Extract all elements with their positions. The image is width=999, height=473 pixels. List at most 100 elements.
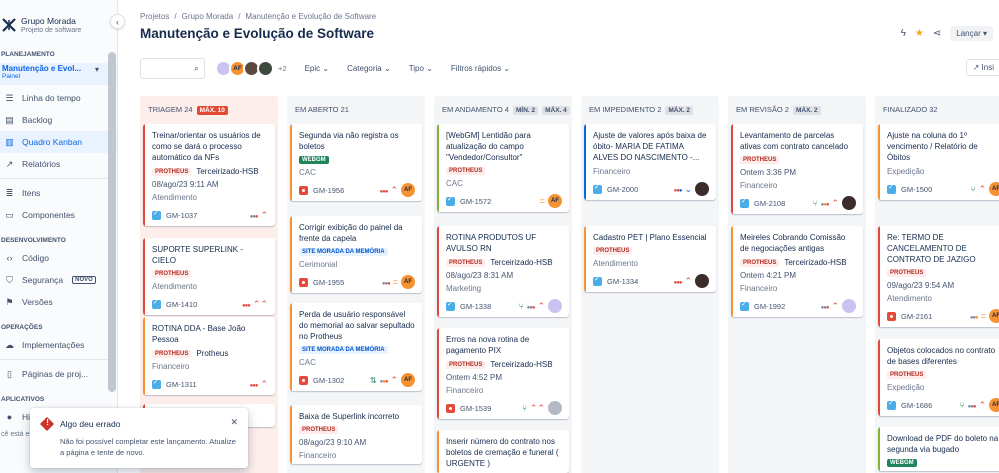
- issue-key[interactable]: GM-1338: [460, 302, 491, 311]
- issue-card[interactable]: ROTINA DDA - Base João Pessoa PROTHEUS Pro…: [143, 317, 275, 395]
- issue-key[interactable]: GM-1539: [460, 404, 491, 413]
- sidebar-item-quadro-kanban[interactable]: ▥ Quadro Kanban: [0, 131, 117, 153]
- issue-card[interactable]: Inserir número do contrato nos boletos d…: [437, 430, 569, 473]
- sidebar-item-seguranca[interactable]: ⛉ Segurança NOVO: [0, 269, 117, 291]
- component-icon: ▭: [5, 209, 14, 220]
- search-input[interactable]: ⌕: [140, 57, 205, 79]
- category-filter[interactable]: Categoria ⌄: [347, 64, 391, 73]
- card-group: CAC: [299, 358, 316, 367]
- issue-key[interactable]: GM-2161: [901, 312, 932, 321]
- sidebar-scrollbar[interactable]: [108, 52, 116, 392]
- issue-card[interactable]: Levantamento de parcelas ativas com cont…: [731, 124, 863, 214]
- assignee-avatar[interactable]: [548, 401, 562, 415]
- assignee-avatar[interactable]: AF: [401, 183, 415, 197]
- issue-card[interactable]: Cadastro PET | Plano Essencial PROTHEUS At…: [584, 226, 716, 292]
- issue-key[interactable]: GM-2108: [754, 199, 785, 208]
- breadcrumb-grupo-morada[interactable]: Grupo Morada: [182, 12, 234, 21]
- card-group: Financeiro: [593, 167, 631, 176]
- collapse-sidebar-button[interactable]: ‹: [110, 14, 125, 29]
- assignee-avatar[interactable]: [842, 299, 856, 313]
- issue-card[interactable]: ROTINA PRODUTOS UF AVULSO RN PROTHEUS Terc…: [437, 226, 569, 317]
- issue-key[interactable]: GM-1410: [166, 300, 197, 309]
- breadcrumb-project[interactable]: Manutenção e Evolução de Software: [245, 12, 376, 21]
- card-title: Ajuste de valores após baixa de óbito- M…: [593, 131, 707, 162]
- breadcrumb-projetos[interactable]: Projetos: [140, 12, 169, 21]
- card-labels: WEBGM: [887, 459, 999, 467]
- sidebar-item-componentes[interactable]: ▭ Componentes: [0, 204, 117, 226]
- issue-card[interactable]: Corrigir exibição do painel da frente da…: [290, 216, 422, 293]
- issue-card[interactable]: Perda de usuário responsável do memorial…: [290, 303, 422, 391]
- avatar[interactable]: [257, 59, 274, 77]
- issue-card[interactable]: Erros na nova rotina de pagamento PIX PRO…: [437, 328, 569, 419]
- sidebar-item-linha-do-tempo[interactable]: ☰ Linha do tempo: [0, 87, 117, 109]
- sidebar-item-backlog[interactable]: ▤ Backlog: [0, 109, 117, 131]
- bug-icon: [299, 375, 308, 385]
- branch-icon: ⑂: [812, 198, 818, 208]
- column-limit-badge: MÁX. 2: [792, 106, 821, 115]
- issue-key[interactable]: GM-1686: [901, 401, 932, 410]
- issue-key[interactable]: GM-1955: [313, 278, 344, 287]
- issue-key[interactable]: GM-1037: [166, 211, 197, 220]
- sidebar-item-implementacoes[interactable]: ☁ Implementações: [0, 334, 117, 356]
- project-header[interactable]: Grupo Morada Projeto de software: [0, 0, 117, 40]
- card-group: Expedição: [887, 167, 925, 176]
- issue-card[interactable]: Ajuste na coluna do 1º vencimento / Rela…: [878, 124, 999, 200]
- card-title: SUPORTE SUPERLINK - CIELO: [152, 245, 243, 265]
- board-selector[interactable]: Manutenção e Evol... Painel ▾: [0, 63, 117, 85]
- sidebar-item-codigo[interactable]: ‹› Código: [0, 247, 117, 269]
- issue-card[interactable]: Meireles Cobrando Comissão de negociaçõe…: [731, 226, 863, 317]
- breadcrumb-separator: /: [238, 12, 241, 21]
- assignee-avatar[interactable]: [842, 196, 856, 210]
- issue-key[interactable]: GM-1302: [313, 376, 344, 385]
- sidebar-item-paginas[interactable]: ▯ Páginas de proj...: [0, 363, 117, 385]
- card-title: Re: TERMO DE CANCELAMENTO DE CONTRATO DE…: [887, 233, 976, 264]
- issue-card[interactable]: Objetos colocados no contrato de bases d…: [878, 339, 999, 416]
- assignee-avatar[interactable]: AF: [548, 194, 562, 208]
- issue-card[interactable]: SUPORTE SUPERLINK - CIELO PROTHEUS Atendim…: [143, 238, 275, 315]
- close-icon[interactable]: ✕: [230, 417, 238, 428]
- sidebar-item-itens[interactable]: ≣ Itens: [0, 182, 117, 204]
- card-group: Financeiro: [740, 284, 778, 293]
- card-group: Atendimento: [152, 282, 197, 291]
- issue-card[interactable]: Download de PDF do boleto na segunda via…: [878, 427, 999, 471]
- insights-button[interactable]: ↗ Insi: [965, 59, 999, 76]
- issue-card[interactable]: Ajuste de valores após baixa de óbito- M…: [584, 124, 716, 200]
- assignee-avatar[interactable]: [548, 299, 562, 313]
- assignee-avatar[interactable]: [695, 274, 709, 288]
- launch-button[interactable]: Lançar ▾: [950, 26, 993, 41]
- card-title: Ajuste na coluna do 1º vencimento / Rela…: [887, 131, 978, 162]
- assignee-avatar[interactable]: AF: [989, 182, 999, 196]
- quick-filters[interactable]: Filtros rápidos ⌄: [451, 64, 510, 73]
- issue-key[interactable]: GM-1311: [166, 380, 197, 389]
- issue-card[interactable]: [WebGM] Lentidão para atualização do cam…: [437, 124, 569, 212]
- card-footer: GM-1686 ⑂●●●⌃AF: [887, 398, 999, 412]
- epic-filter[interactable]: Epic ⌄: [305, 64, 330, 73]
- issue-card[interactable]: Re: TERMO DE CANCELAMENTO DE CONTRATO DE…: [878, 226, 999, 327]
- card-labels: PROTHEUS Terceirizado-HSB: [740, 258, 856, 267]
- issue-key[interactable]: GM-1572: [460, 197, 491, 206]
- sidebar-item-versoes[interactable]: ⚑ Versões: [0, 291, 117, 313]
- share-icon[interactable]: ⋖: [933, 28, 941, 39]
- issue-key[interactable]: GM-1334: [607, 277, 638, 286]
- assignee-avatar[interactable]: AF: [989, 309, 999, 323]
- issue-key[interactable]: GM-1992: [754, 302, 785, 311]
- lightning-icon[interactable]: ϟ: [901, 28, 906, 39]
- issue-key[interactable]: GM-1500: [901, 185, 932, 194]
- assignee-avatar[interactable]: AF: [401, 373, 415, 387]
- more-avatars[interactable]: +2: [278, 64, 287, 73]
- sidebar-item-label: Quadro Kanban: [22, 137, 83, 147]
- assignee-avatar[interactable]: AF: [989, 398, 999, 412]
- issue-key[interactable]: GM-1956: [313, 186, 344, 195]
- label-badge: SITE MORADA DA MEMÓRIA: [299, 346, 388, 354]
- priority-icon: ⌃⌃: [252, 299, 268, 309]
- assignee-avatar[interactable]: [695, 182, 709, 196]
- type-filter[interactable]: Tipo ⌄: [409, 64, 433, 73]
- issue-key[interactable]: GM-2000: [607, 185, 638, 194]
- sidebar-item-relatorios[interactable]: ↗ Relatórios: [0, 153, 117, 175]
- card-labels: PROTHEUS Terceirizado-HSB: [152, 167, 268, 176]
- issue-card[interactable]: Treinar/orientar os usuários de como se …: [143, 124, 275, 226]
- star-icon[interactable]: ★: [915, 28, 924, 39]
- issue-card[interactable]: Segunda via não registra os boletos WEBGM…: [290, 124, 422, 201]
- issue-card[interactable]: Baixa de Superlink incorreto PROTHEUS 08/a…: [290, 405, 422, 464]
- assignee-avatar[interactable]: AF: [401, 275, 415, 289]
